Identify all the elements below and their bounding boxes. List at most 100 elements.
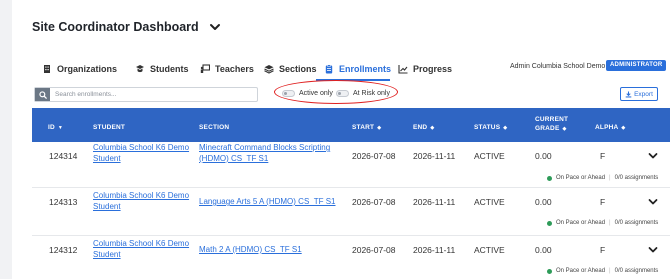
- download-icon: [625, 90, 632, 97]
- annotation-ellipse: [274, 80, 398, 104]
- column-header-section: SECTION: [199, 124, 229, 131]
- student-name: Columbia School K6 Demo: [93, 239, 190, 248]
- student-link[interactable]: Columbia School K6 Demo Student: [93, 142, 189, 164]
- students-icon: [136, 65, 144, 73]
- tab-label: Teachers: [215, 64, 254, 74]
- end-date: 2026-11-11: [413, 245, 456, 255]
- export-label: Export: [634, 90, 653, 98]
- current-grade: 0.00: [535, 245, 552, 255]
- column-label: STATUS: [474, 124, 501, 131]
- tab-label: Students: [150, 64, 189, 74]
- tab-sections[interactable]: Sections: [264, 58, 317, 80]
- section-name: Math 2 A (HDMO) CS_TF S1: [199, 245, 302, 254]
- pace-indicator: On Pace or Ahead | 0/0 assignments: [547, 175, 658, 181]
- user-name: Admin Columbia School Demo: [510, 63, 606, 70]
- chalkboard-icon: [200, 64, 210, 73]
- chevron-down-icon[interactable]: [648, 246, 658, 254]
- table-row[interactable]: 124314 Columbia School K6 Demo Student M…: [32, 142, 670, 188]
- student-name: Student: [93, 250, 121, 259]
- title-row[interactable]: Site Coordinator Dashboard: [32, 20, 221, 34]
- export-button[interactable]: Export: [620, 87, 658, 101]
- sort-icon: ◆: [621, 125, 626, 131]
- table-header: ID ▼ STUDENT SECTION START ◆ END ◆ STATUS ◆ …: [32, 108, 670, 142]
- section-link[interactable]: Minecraft Command Blocks Scripting (HDMO…: [199, 142, 330, 164]
- section-link[interactable]: Math 2 A (HDMO) CS_TF S1: [199, 244, 302, 255]
- tab-label: Sections: [279, 64, 317, 74]
- column-label: SECTION: [199, 124, 230, 131]
- separator: |: [609, 220, 611, 226]
- clipboard-icon: [325, 64, 333, 74]
- column-header-student: STUDENT: [93, 124, 125, 131]
- pace-indicator: On Pace or Ahead | 0/0 assignments: [547, 220, 658, 226]
- student-link[interactable]: Columbia School K6 Demo Student: [93, 238, 189, 260]
- role-badge: ADMINISTRATOR: [606, 60, 667, 71]
- pace-indicator: On Pace or Ahead | 0/0 assignments: [547, 268, 658, 274]
- assignments-count: 0/0 assignments: [614, 175, 659, 181]
- column-header-end[interactable]: END ◆: [413, 124, 434, 131]
- sort-icon: ◆: [430, 125, 435, 131]
- search-box[interactable]: [34, 87, 258, 102]
- column-label: STUDENT: [93, 124, 126, 131]
- column-label: START: [352, 124, 375, 131]
- tab-enrollments[interactable]: Enrollments: [324, 58, 391, 80]
- section-name: Minecraft Command Blocks Scripting: [199, 143, 331, 152]
- student-name: Columbia School K6 Demo: [93, 191, 190, 200]
- column-header-status[interactable]: STATUS ◆: [474, 124, 507, 131]
- current-grade: 0.00: [535, 151, 552, 161]
- column-header-start[interactable]: START ◆: [352, 124, 381, 131]
- column-header-grade[interactable]: CURRENT GRADE ◆: [535, 115, 568, 134]
- tab-bar: Organizations Students Teachers Sections: [32, 58, 670, 82]
- student-name: Student: [93, 154, 121, 163]
- column-label: GRADE: [535, 125, 560, 132]
- student-link[interactable]: Columbia School K6 Demo Student: [93, 190, 189, 212]
- column-label: END: [413, 124, 428, 131]
- section-link[interactable]: Language Arts 5 A (HDMO) CS_TF S1: [199, 196, 336, 207]
- column-header-alpha[interactable]: ALPHA ◆: [595, 124, 625, 131]
- sort-desc-icon: ▼: [57, 125, 64, 131]
- tab-teachers[interactable]: Teachers: [200, 58, 254, 80]
- table-row[interactable]: 124313 Columbia School K6 Demo Student L…: [32, 190, 670, 236]
- status: ACTIVE: [474, 245, 505, 255]
- assignments-count: 0/0 assignments: [614, 220, 659, 226]
- column-label: CURRENT: [535, 116, 569, 123]
- chevron-down-icon[interactable]: [648, 198, 658, 206]
- status: ACTIVE: [474, 197, 505, 207]
- section-name: (HDMO) CS_TF S1: [199, 154, 269, 163]
- alpha-grade: F: [600, 245, 606, 255]
- chevron-down-icon[interactable]: [209, 21, 221, 33]
- search-button[interactable]: [35, 88, 50, 101]
- tab-organizations[interactable]: Organizations: [42, 58, 117, 80]
- tab-label: Progress: [413, 64, 453, 74]
- pace-label: On Pace or Ahead: [556, 220, 606, 226]
- page-title: Site Coordinator Dashboard: [32, 20, 199, 34]
- enrollment-id: 124314: [49, 151, 78, 161]
- column-label: ID: [48, 124, 55, 131]
- separator: |: [609, 268, 611, 274]
- tab-label: Enrollments: [339, 64, 392, 74]
- table-row[interactable]: 124312 Columbia School K6 Demo Student M…: [32, 238, 670, 279]
- layers-icon: [264, 65, 274, 74]
- pace-label: On Pace or Ahead: [556, 268, 606, 274]
- alpha-grade: F: [600, 151, 606, 161]
- assignments-count: 0/0 assignments: [614, 268, 659, 274]
- chevron-down-icon[interactable]: [648, 152, 658, 160]
- status-dot-icon: [547, 220, 552, 226]
- start-date: 2026-07-08: [352, 151, 396, 161]
- pace-label: On Pace or Ahead: [556, 175, 606, 181]
- enrollment-id: 124312: [49, 245, 78, 255]
- start-date: 2026-07-08: [352, 197, 396, 207]
- search-input[interactable]: [50, 91, 250, 98]
- sort-icon: ◆: [562, 126, 567, 132]
- student-name: Student: [93, 202, 121, 211]
- student-name: Columbia School K6 Demo: [93, 143, 190, 152]
- start-date: 2026-07-08: [352, 245, 396, 255]
- alpha-grade: F: [600, 197, 606, 207]
- status: ACTIVE: [474, 151, 505, 161]
- column-header-id[interactable]: ID ▼: [48, 124, 63, 131]
- status-dot-icon: [547, 268, 552, 274]
- separator: |: [609, 175, 611, 181]
- column-label: ALPHA: [595, 124, 619, 131]
- sort-icon: ◆: [377, 125, 382, 131]
- tab-progress[interactable]: Progress: [398, 58, 452, 80]
- tab-students[interactable]: Students: [135, 58, 189, 80]
